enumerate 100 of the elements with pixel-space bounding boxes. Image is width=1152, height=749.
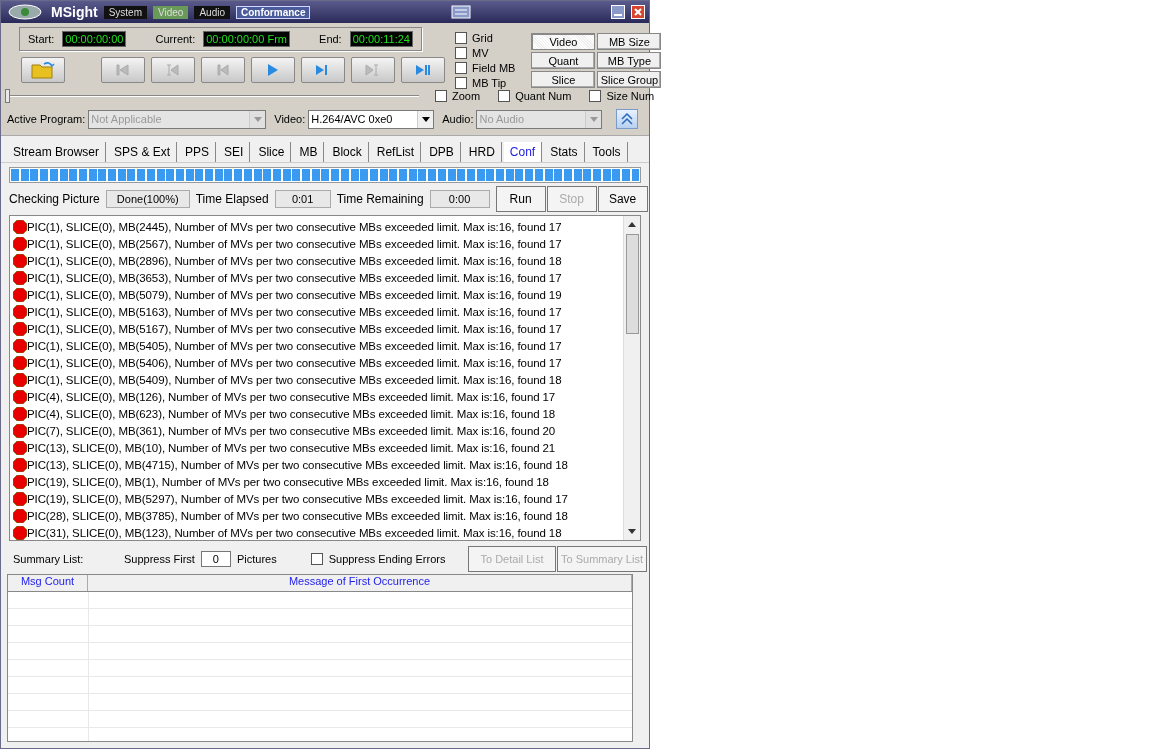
chevron-up-icon bbox=[621, 113, 634, 125]
error-icon bbox=[13, 440, 27, 455]
selector-label: Audio: bbox=[442, 113, 474, 125]
error-message: PIC(28), SLICE(0), MB(3785), Number of MVs per two consecutive MBs exceeded limit. Max is:16, found 18 bbox=[27, 509, 568, 522]
scroll-down-icon[interactable] bbox=[628, 529, 636, 534]
dropdown[interactable]: H.264/AVC 0xe0 bbox=[308, 109, 435, 129]
timecode-label: Start: bbox=[28, 33, 55, 45]
tab[interactable]: DPB bbox=[423, 142, 461, 162]
tab[interactable]: PPS bbox=[179, 142, 217, 162]
tab[interactable]: Tools bbox=[586, 142, 628, 162]
pictures-label: Pictures bbox=[236, 553, 277, 565]
minimize-button[interactable] bbox=[611, 5, 625, 19]
caret-icon bbox=[253, 116, 262, 122]
overlay-button[interactable]: Slice bbox=[531, 71, 596, 88]
column-header[interactable]: Message of First Occurrence bbox=[88, 575, 632, 591]
tab[interactable]: Block bbox=[326, 142, 369, 162]
tab[interactable]: RefList bbox=[370, 142, 422, 162]
tab[interactable]: MB bbox=[293, 142, 325, 162]
checkbox-label: Suppress Ending Errors bbox=[328, 553, 446, 565]
transport-button[interactable] bbox=[401, 57, 445, 83]
checkbox-label: Field MB bbox=[472, 62, 516, 74]
timecode-label: Current: bbox=[155, 33, 196, 45]
suppress-label: Suppress First bbox=[124, 553, 195, 565]
mode-tab[interactable]: Audio bbox=[194, 5, 230, 19]
summary-label: Summary List: bbox=[13, 553, 85, 565]
checkbox-label: Quant Num bbox=[515, 90, 572, 102]
caret-icon bbox=[421, 116, 430, 122]
collapse-button[interactable] bbox=[616, 109, 639, 129]
error-message: PIC(31), SLICE(0), MB(123), Number of MVs per two consecutive MBs exceeded limit. Max is:16, found 18 bbox=[27, 526, 562, 539]
tab[interactable]: SEI bbox=[218, 142, 251, 162]
scrollbar[interactable] bbox=[623, 216, 640, 540]
error-message: PIC(7), SLICE(0), MB(361), Number of MVs per two consecutive MBs exceeded limit. Max is:16, found 20 bbox=[27, 424, 556, 437]
transport-button[interactable] bbox=[251, 57, 295, 83]
error-icon bbox=[13, 474, 27, 489]
close-icon bbox=[634, 8, 642, 16]
folder-icon bbox=[30, 61, 56, 79]
error-icon bbox=[13, 491, 27, 506]
timecode-label: End: bbox=[319, 33, 342, 45]
column-header[interactable]: Msg Count bbox=[8, 575, 88, 591]
tab[interactable]: Stream Browser bbox=[7, 142, 107, 162]
checkbox[interactable] bbox=[455, 62, 467, 74]
error-message: PIC(4), SLICE(0), MB(623), Number of MVs per two consecutive MBs exceeded limit. Max is:16, found 18 bbox=[27, 407, 556, 420]
tab[interactable]: Conf bbox=[503, 142, 543, 162]
checkbox[interactable] bbox=[435, 90, 447, 102]
error-message: PIC(1), SLICE(0), MB(5163), Number of MVs per two consecutive MBs exceeded limit. Max is:16, found 17 bbox=[27, 305, 562, 318]
status-label: Time Elapsed bbox=[195, 192, 269, 206]
error-message: PIC(1), SLICE(0), MB(5409), Number of MVs per two consecutive MBs exceeded limit. Max is:16, found 18 bbox=[27, 373, 562, 386]
error-icon bbox=[13, 219, 27, 234]
error-icon bbox=[13, 372, 27, 387]
close-button[interactable] bbox=[631, 5, 645, 19]
error-icon bbox=[13, 304, 27, 319]
checkbox-label: MB Tip bbox=[472, 77, 507, 89]
checkbox[interactable] bbox=[455, 32, 467, 44]
error-icon bbox=[13, 253, 27, 268]
error-icon bbox=[13, 321, 27, 336]
error-message: PIC(1), SLICE(0), MB(5405), Number of MVs per two consecutive MBs exceeded limit. Max is:16, found 17 bbox=[27, 339, 562, 352]
tab[interactable]: SPS & Ext bbox=[108, 142, 178, 162]
error-message: PIC(1), SLICE(0), MB(2567), Number of MVs per two consecutive MBs exceeded limit. Max is:16, found 17 bbox=[27, 237, 562, 250]
tab[interactable]: Stats bbox=[544, 142, 585, 162]
mode-tab[interactable]: System bbox=[103, 5, 147, 19]
overlay-button[interactable]: Quant bbox=[531, 52, 596, 69]
error-message: PIC(1), SLICE(0), MB(2896), Number of MVs per two consecutive MBs exceeded limit. Max is:16, found 18 bbox=[27, 254, 562, 267]
error-message: PIC(19), SLICE(0), MB(5297), Number of MVs per two consecutive MBs exceeded limit. Max is:16, found 17 bbox=[27, 492, 568, 505]
tab[interactable]: HRD bbox=[462, 142, 502, 162]
error-icon bbox=[13, 406, 27, 421]
checkbox[interactable] bbox=[310, 553, 323, 565]
error-icon bbox=[13, 236, 27, 251]
overlay-button[interactable]: Slice Group bbox=[597, 71, 662, 88]
status-label: Time Remaining bbox=[336, 192, 424, 206]
error-icon bbox=[13, 508, 27, 523]
step-icon bbox=[164, 62, 182, 78]
error-icon bbox=[13, 355, 27, 370]
checkbox[interactable] bbox=[455, 47, 467, 59]
overlay-button[interactable]: MB Type bbox=[597, 52, 662, 69]
selector-label: Video: bbox=[274, 113, 306, 125]
checkbox[interactable] bbox=[498, 90, 511, 102]
scroll-thumb[interactable] bbox=[625, 234, 639, 334]
error-icon bbox=[13, 270, 27, 285]
tab[interactable]: Slice bbox=[252, 142, 292, 162]
mode-tab[interactable]: Conformance bbox=[236, 5, 311, 19]
caret-icon bbox=[589, 116, 598, 122]
action-button[interactable]: Run bbox=[495, 186, 546, 212]
error-message: PIC(1), SLICE(0), MB(2445), Number of MVs per two consecutive MBs exceeded limit. Max is:16, found 17 bbox=[27, 220, 562, 233]
eye-logo-icon bbox=[5, 3, 45, 21]
open-file-button[interactable] bbox=[21, 57, 65, 83]
transport-button[interactable] bbox=[301, 57, 345, 83]
scroll-up-icon[interactable] bbox=[628, 222, 636, 227]
overlay-button[interactable]: MB Size bbox=[597, 33, 662, 50]
checkbox[interactable] bbox=[589, 90, 602, 102]
checkbox-label: Grid bbox=[472, 32, 493, 44]
error-message: PIC(4), SLICE(0), MB(126), Number of MVs per two consecutive MBs exceeded limit. Max is:16, found 17 bbox=[27, 390, 556, 403]
checkbox-label: Zoom bbox=[452, 90, 481, 102]
window-title: MSight bbox=[51, 4, 98, 20]
error-message: PIC(1), SLICE(0), MB(5079), Number of MVs per two consecutive MBs exceeded limit. Max is:16, found 19 bbox=[27, 288, 562, 301]
suppress-count-field[interactable]: 0 bbox=[200, 551, 231, 567]
overlay-button[interactable]: Video bbox=[531, 33, 596, 50]
checkbox[interactable] bbox=[455, 77, 467, 89]
action-button[interactable]: Save bbox=[597, 186, 648, 212]
timecode-display: 00:00:11:24 bbox=[349, 31, 413, 47]
error-icon bbox=[13, 389, 27, 404]
